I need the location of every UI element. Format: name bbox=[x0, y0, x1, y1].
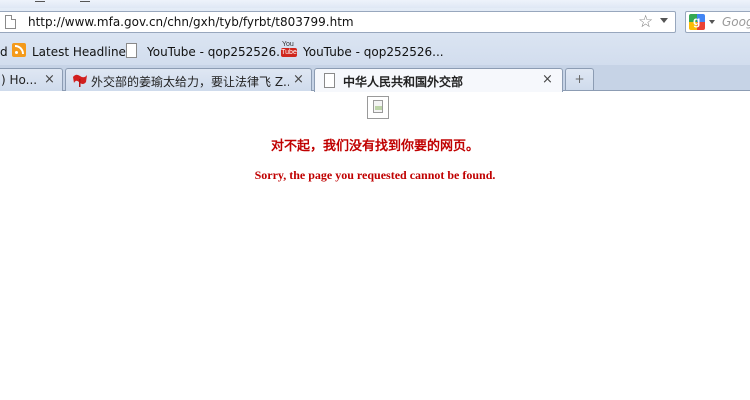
page-icon bbox=[126, 43, 137, 58]
title-bar bbox=[0, 0, 750, 8]
title-fragment bbox=[35, 1, 45, 2]
bookmark-youtube-1[interactable]: YouTube - qop252526... bbox=[147, 45, 288, 59]
page-icon bbox=[5, 15, 16, 29]
error-message-english: Sorry, the page you requested cannot be … bbox=[254, 168, 496, 182]
url-text[interactable]: http://www.mfa.gov.cn/chn/gxh/tyb/fyrbt/… bbox=[28, 15, 354, 29]
tab-mfa-article[interactable]: 外交部的姜瑜太给力，要让法律飞 Z... × bbox=[65, 68, 312, 91]
title-fragment bbox=[80, 1, 90, 2]
youtube-icon: You Tube bbox=[281, 41, 297, 57]
search-engine-dropdown-icon[interactable] bbox=[709, 20, 715, 24]
search-placeholder[interactable]: Goog bbox=[722, 15, 750, 29]
broken-image-icon bbox=[367, 96, 389, 119]
rss-icon bbox=[12, 43, 26, 57]
star-icon[interactable]: ☆ bbox=[638, 12, 653, 32]
page-content: 对不起，我们没有找到你要的网页。 Sorry, the page you req… bbox=[0, 91, 750, 400]
tab-strip: ) Ho... × 外交部的姜瑜太给力，要让法律飞 Z... × 中华人民共和国… bbox=[0, 65, 750, 92]
url-bar[interactable]: http://www.mfa.gov.cn/chn/gxh/tyb/fyrbt/… bbox=[0, 11, 676, 33]
tab-label: ) Ho... bbox=[1, 73, 38, 87]
url-dropdown-arrow-icon[interactable] bbox=[660, 18, 668, 23]
tab-label: 外交部的姜瑜太给力，要让法律飞 Z... bbox=[91, 75, 289, 89]
close-icon[interactable]: × bbox=[293, 72, 304, 87]
page-icon bbox=[324, 73, 335, 88]
search-box[interactable]: g Goog bbox=[685, 11, 750, 33]
google-icon[interactable]: g bbox=[689, 14, 705, 30]
bookmark-item[interactable]: d bbox=[0, 45, 8, 59]
tab-mfa-home-active[interactable]: 中华人民共和国外交部 × bbox=[314, 68, 563, 92]
bookmark-youtube-2[interactable]: YouTube - qop252526... bbox=[303, 45, 444, 59]
error-message-chinese: 对不起，我们没有找到你要的网页。 bbox=[270, 139, 479, 154]
tab-label: 中华人民共和国外交部 bbox=[343, 75, 464, 89]
bookmark-latest-headlines[interactable]: Latest Headlines bbox=[32, 45, 132, 59]
close-icon[interactable]: × bbox=[542, 72, 553, 87]
red-flag-icon bbox=[73, 74, 87, 87]
close-icon[interactable]: × bbox=[44, 72, 55, 87]
tab-home[interactable]: ) Ho... × bbox=[0, 68, 63, 91]
bookmarks-toolbar: d Latest Headlines YouTube - qop252526..… bbox=[0, 39, 750, 65]
navigation-toolbar: http://www.mfa.gov.cn/chn/gxh/tyb/fyrbt/… bbox=[0, 8, 750, 39]
new-tab-button[interactable]: + bbox=[565, 68, 594, 90]
